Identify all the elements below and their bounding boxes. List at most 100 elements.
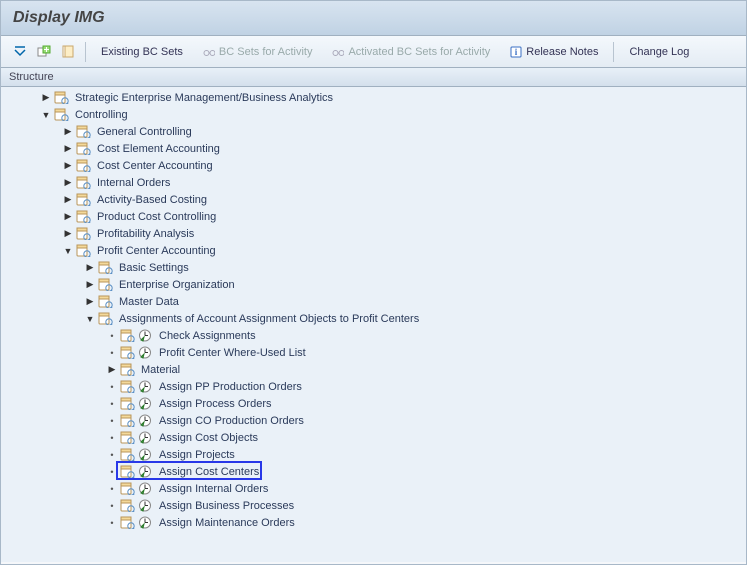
execute-activity-icon[interactable] [137, 380, 153, 394]
tree-node-label[interactable]: Assign Internal Orders [155, 483, 268, 495]
execute-activity-icon[interactable] [137, 346, 153, 360]
tree-row[interactable]: •Assign CO Production Orders [1, 412, 746, 429]
tree-node-label[interactable]: Check Assignments [155, 330, 256, 342]
tree-node-label[interactable]: Assign CO Production Orders [155, 415, 304, 427]
tree-row[interactable]: ▶ Master Data [1, 293, 746, 310]
tree[interactable]: ▶ Strategic Enterprise Management/Busines… [1, 87, 746, 562]
tree-node-label[interactable]: Assignments of Account Assignment Object… [115, 313, 419, 325]
release-notes-button[interactable]: i Release Notes [501, 42, 607, 62]
execute-activity-icon[interactable] [137, 499, 153, 513]
tree-node-label[interactable]: Activity-Based Costing [93, 194, 207, 206]
execute-activity-icon[interactable] [137, 431, 153, 445]
execute-activity-icon[interactable] [137, 516, 153, 530]
img-doc-icon[interactable] [75, 227, 91, 241]
execute-activity-icon[interactable] [137, 482, 153, 496]
execute-activity-icon[interactable] [137, 448, 153, 462]
tree-row[interactable]: •Assign PP Production Orders [1, 378, 746, 395]
change-log-button[interactable]: Change Log [620, 42, 698, 62]
expand-icon[interactable]: ▶ [61, 143, 75, 154]
tree-row[interactable]: ▼ Controlling [1, 106, 746, 123]
expand-icon[interactable]: ▶ [83, 262, 97, 273]
img-doc-icon[interactable] [119, 482, 135, 496]
img-doc-icon[interactable] [75, 244, 91, 258]
img-doc-icon[interactable] [119, 363, 135, 377]
img-doc-icon[interactable] [119, 397, 135, 411]
tree-row[interactable]: •Assign Internal Orders [1, 480, 746, 497]
tree-row[interactable]: ▶ Enterprise Organization [1, 276, 746, 293]
img-doc-icon[interactable] [119, 431, 135, 445]
tree-row[interactable]: •Assign Cost Centers [1, 463, 746, 480]
tree-node-label[interactable]: Assign Business Processes [155, 500, 294, 512]
img-doc-icon[interactable] [119, 414, 135, 428]
img-doc-icon[interactable] [119, 465, 135, 479]
tree-node-label[interactable]: Assign Cost Objects [155, 432, 258, 444]
img-doc-icon[interactable] [97, 295, 113, 309]
expand-icon[interactable]: ▶ [105, 364, 119, 375]
tree-row[interactable]: ▶ Product Cost Controlling [1, 208, 746, 225]
tree-node-label[interactable]: Assign Cost Centers [155, 466, 259, 478]
tree-node-label[interactable]: Material [137, 364, 180, 376]
tree-row[interactable]: ▶ Internal Orders [1, 174, 746, 191]
tree-node-label[interactable]: Strategic Enterprise Management/Business… [71, 92, 333, 104]
tree-node-label[interactable]: Master Data [115, 296, 179, 308]
tree-row[interactable]: ▶ Activity-Based Costing [1, 191, 746, 208]
img-doc-icon[interactable] [75, 176, 91, 190]
img-doc-icon[interactable] [53, 91, 69, 105]
img-doc-icon[interactable] [53, 108, 69, 122]
tree-row[interactable]: •Assign Maintenance Orders [1, 514, 746, 531]
expand-icon[interactable]: ▶ [83, 279, 97, 290]
img-doc-icon[interactable] [119, 346, 135, 360]
tree-row[interactable]: ▶ Material [1, 361, 746, 378]
execute-activity-icon[interactable] [137, 414, 153, 428]
expand-icon[interactable]: ▶ [61, 177, 75, 188]
tree-node-label[interactable]: Basic Settings [115, 262, 189, 274]
tree-row[interactable]: •Assign Process Orders [1, 395, 746, 412]
tree-row[interactable]: •Assign Projects [1, 446, 746, 463]
collapse-icon[interactable]: ▼ [39, 110, 53, 120]
tree-row[interactable]: •Assign Cost Objects [1, 429, 746, 446]
tree-node-label[interactable]: Controlling [71, 109, 128, 121]
tree-row[interactable]: •Check Assignments [1, 327, 746, 344]
img-doc-icon[interactable] [119, 380, 135, 394]
tree-node-label[interactable]: Product Cost Controlling [93, 211, 216, 223]
tree-node-label[interactable]: Assign PP Production Orders [155, 381, 302, 393]
execute-activity-icon[interactable] [137, 329, 153, 343]
tree-row[interactable]: ▶Profitability Analysis [1, 225, 746, 242]
tree-row[interactable]: •Assign Business Processes [1, 497, 746, 514]
img-doc-icon[interactable] [97, 261, 113, 275]
tree-row[interactable]: ▶ Cost Center Accounting [1, 157, 746, 174]
expand-icon[interactable]: ▶ [61, 194, 75, 205]
expand-icon[interactable]: ▶ [61, 211, 75, 222]
expand-icon[interactable]: ▶ [83, 296, 97, 307]
collapse-icon[interactable]: ▼ [83, 314, 97, 324]
expand-icon[interactable]: ▶ [61, 160, 75, 171]
execute-activity-icon[interactable] [137, 465, 153, 479]
doc-icon[interactable] [57, 41, 79, 63]
tree-row[interactable]: ▼ Assignments of Account Assignment Objec… [1, 310, 746, 327]
img-doc-icon[interactable] [75, 159, 91, 173]
execute-activity-icon[interactable] [137, 397, 153, 411]
tree-node-label[interactable]: Cost Element Accounting [93, 143, 220, 155]
tree-node-label[interactable]: Cost Center Accounting [93, 160, 213, 172]
tree-node-label[interactable]: Enterprise Organization [115, 279, 235, 291]
collapse-icon[interactable]: ▼ [61, 246, 75, 256]
tree-node-label[interactable]: Assign Projects [155, 449, 235, 461]
tree-row[interactable]: ▶ General Controlling [1, 123, 746, 140]
tree-node-label[interactable]: Assign Process Orders [155, 398, 271, 410]
img-doc-icon[interactable] [75, 193, 91, 207]
img-doc-icon[interactable] [75, 142, 91, 156]
tree-node-label[interactable]: Profit Center Where-Used List [155, 347, 306, 359]
tree-row[interactable]: ▶Strategic Enterprise Management/Busines… [1, 89, 746, 106]
tree-row[interactable]: ▼Profit Center Accounting [1, 242, 746, 259]
add-node-icon[interactable] [33, 41, 55, 63]
img-doc-icon[interactable] [119, 499, 135, 513]
img-doc-icon[interactable] [75, 125, 91, 139]
img-doc-icon[interactable] [119, 516, 135, 530]
tree-node-label[interactable]: Internal Orders [93, 177, 170, 189]
expand-icon[interactable]: ▶ [61, 126, 75, 137]
img-doc-icon[interactable] [97, 278, 113, 292]
tree-node-label[interactable]: Profitability Analysis [93, 228, 194, 240]
img-doc-icon[interactable] [119, 448, 135, 462]
tree-node-label[interactable]: General Controlling [93, 126, 192, 138]
tree-row[interactable]: •Profit Center Where-Used List [1, 344, 746, 361]
